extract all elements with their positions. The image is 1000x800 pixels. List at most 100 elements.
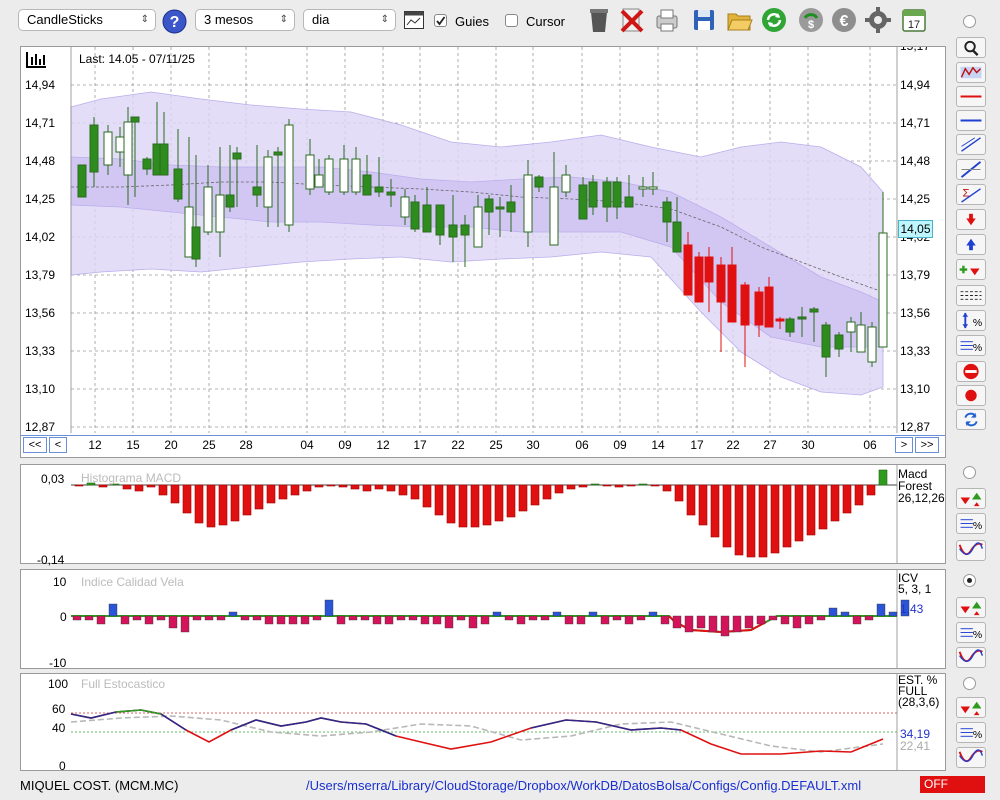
icv-bar (540, 615, 550, 621)
check-icon (436, 16, 446, 26)
icv-panel-radio[interactable] (963, 574, 976, 587)
tool-button[interactable] (956, 86, 986, 107)
stoch-panel-radio[interactable] (963, 677, 976, 690)
sync-icon (964, 412, 978, 427)
main-panel-radio[interactable] (963, 15, 976, 28)
macd-bar (206, 484, 216, 528)
icv-title: Indice Calidad Vela (81, 575, 184, 589)
tool-button[interactable] (956, 259, 986, 280)
delete-icon[interactable] (618, 6, 646, 34)
help-icon[interactable]: ? (162, 9, 187, 34)
main-chart-panel: 14,94 14,71 14,48 14,25 14,02 13,79 13,56 13,33… (20, 46, 946, 458)
tool-button[interactable] (956, 285, 986, 306)
macd-title: Histograma MACD (81, 471, 182, 485)
config-path-link[interactable]: /Users/mserra/Library/CloudStorage/Dropb… (306, 778, 861, 793)
icv-bar (876, 603, 886, 617)
macd-legend-3: 26,12,26 (898, 491, 945, 505)
y-label: 13,79 (900, 268, 930, 282)
macd-panel-radio[interactable] (963, 466, 976, 479)
tool-button[interactable]: % (956, 310, 986, 331)
tool-button[interactable]: % (956, 622, 986, 643)
tool-button[interactable] (956, 361, 986, 382)
print-icon[interactable] (653, 6, 681, 34)
macd-bar (410, 484, 420, 500)
guides-checkbox[interactable] (434, 14, 447, 27)
candle-body (506, 201, 516, 213)
tool-button[interactable] (956, 697, 986, 718)
interval-select[interactable]: dia ⇕ (303, 9, 396, 31)
tool-button[interactable] (956, 234, 986, 255)
chart-type-select[interactable]: CandleSticks ⇕ (18, 9, 156, 31)
tool-button[interactable] (956, 747, 986, 768)
svg-text:€: € (840, 13, 849, 30)
svg-text:$: $ (808, 19, 814, 31)
tool-button[interactable] (956, 110, 986, 131)
percent-lines-icon: % (960, 728, 982, 741)
icv-bar (360, 615, 370, 621)
channel-lines-icon (961, 137, 981, 152)
icv-bar (528, 615, 538, 621)
up-down-arrows-icon (960, 701, 982, 716)
off-status-button[interactable]: OFF (920, 776, 985, 793)
tool-button[interactable] (956, 597, 986, 618)
candle-body (410, 201, 420, 230)
tool-button[interactable] (956, 647, 986, 668)
icv-bar (312, 615, 322, 621)
tool-button[interactable] (956, 134, 986, 155)
trash-icon[interactable] (585, 6, 613, 34)
tool-button[interactable] (956, 385, 986, 406)
chart-icon[interactable] (404, 11, 424, 29)
tool-button[interactable] (956, 209, 986, 230)
tool-button[interactable]: % (956, 335, 986, 356)
gear-icon[interactable] (864, 6, 892, 34)
cursor-checkbox[interactable] (505, 14, 518, 27)
macd-bar (422, 484, 432, 508)
candle-body (130, 116, 140, 123)
percent-lines-icon: % (960, 628, 982, 641)
icv-bar (192, 615, 202, 621)
stoch-y-40: 40 (52, 721, 66, 735)
y-label: 14,48 (900, 154, 930, 168)
macd-bar (746, 484, 756, 558)
y-label: 14,94 (900, 78, 930, 92)
open-folder-icon[interactable] (725, 6, 753, 34)
tool-button[interactable] (956, 37, 986, 58)
macd-bar (290, 484, 300, 496)
candle-body (115, 136, 125, 153)
icv-y-bottom: -10 (49, 656, 67, 670)
candle-body (232, 152, 242, 160)
icv-bar (288, 615, 298, 625)
candle-body (704, 256, 714, 283)
candlestick-chart[interactable]: 14,94 14,71 14,48 14,25 14,02 13,79 13,56 13,33… (21, 47, 945, 457)
period-select[interactable]: 3 mesos ⇕ (195, 9, 295, 31)
euro-icon[interactable]: € (830, 6, 858, 34)
icv-bar (840, 611, 850, 617)
macd-bar (134, 484, 144, 492)
icv-bar (696, 615, 706, 629)
refresh-icon[interactable] (760, 6, 788, 34)
record-icon (965, 389, 977, 402)
y-label: 14,02 (25, 230, 55, 244)
candle-body (225, 194, 235, 208)
icv-bar (720, 615, 730, 637)
update-icon[interactable]: $ (797, 6, 825, 34)
tool-button[interactable] (956, 159, 986, 180)
macd-bar (722, 484, 732, 548)
icv-bar (108, 603, 118, 617)
tool-button[interactable]: Σ (956, 184, 986, 205)
tool-button[interactable]: % (956, 722, 986, 743)
icv-bar (480, 615, 490, 625)
last-price-info: Last: 14.05 - 07/11/25 (79, 52, 195, 66)
icv-bar (456, 615, 466, 621)
macd-bar (638, 483, 648, 486)
tool-button[interactable]: % (956, 513, 986, 534)
tool-button[interactable] (956, 488, 986, 509)
save-icon[interactable] (690, 6, 718, 34)
macd-bar (182, 484, 192, 514)
tool-button[interactable] (956, 540, 986, 561)
calendar-icon[interactable]: 17 (900, 6, 928, 34)
arrow-down-icon (966, 213, 976, 226)
tool-button[interactable] (956, 62, 986, 83)
tool-button[interactable] (956, 409, 986, 430)
stoch-value-2: 22,41 (900, 739, 931, 753)
